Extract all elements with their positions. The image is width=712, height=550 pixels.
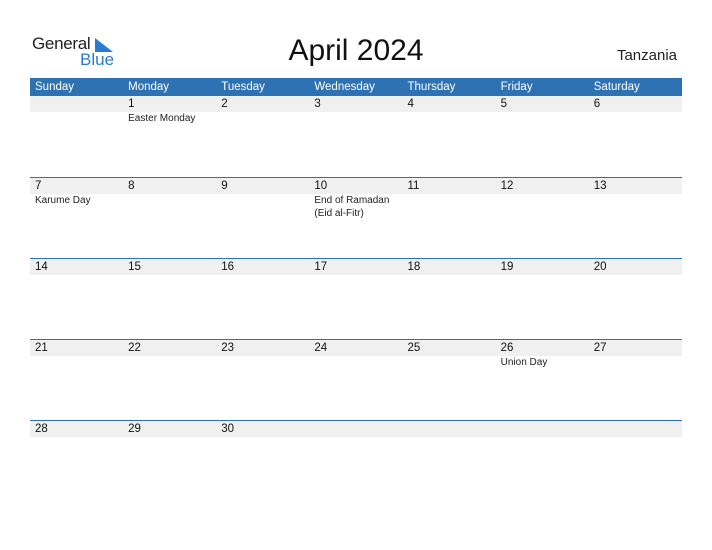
day-cell [403,421,496,437]
day-cell: 13 [589,178,682,220]
day-cell [589,421,682,437]
day-number: 4 [407,98,414,110]
weeks-container: 1 Easter Monday 2 3 4 5 6 7 Karume Day 8 9 10 End of… [30,96,682,501]
country-label: Tanzania [616,47,677,64]
day-number: 13 [593,180,607,192]
day-cell: 10 End of Ramadan (Eid al-Fitr) [309,178,402,220]
day-number [408,421,496,437]
day-cell [309,421,402,437]
day-number: 3 [314,98,321,110]
day-cell: 28 [30,421,123,437]
week-row: 7 Karume Day 8 9 10 End of Ramadan (Eid al-Fi… [30,177,682,258]
week-row: 21 22 23 24 25 26 Union Day 27 [30,339,682,420]
day-cell [30,96,123,125]
day-number: 22 [128,342,141,354]
day-cell: 7 Karume Day [30,178,123,220]
day-cell: 16 [216,259,309,275]
weekday-wednesday: Wednesday [314,81,375,93]
day-number: 29 [128,423,141,435]
day-number: 30 [221,423,235,435]
day-number: 26 [500,342,514,354]
day-number: 23 [221,342,235,354]
day-cell: 1 Easter Monday [123,96,216,125]
day-cell: 6 [589,96,682,125]
day-cell: 9 [216,178,309,220]
day-cell: 26 Union Day [496,340,589,369]
day-cell: 17 [309,259,402,275]
day-number: 20 [593,261,607,273]
day-number: 14 [35,261,48,273]
day-number: 16 [221,261,235,273]
day-number: 10 [314,180,328,192]
day-cell: 19 [496,259,589,275]
day-number: 5 [500,98,508,110]
day-cell: 25 [403,340,496,369]
day-cell: 29 [123,421,216,437]
day-number: 11 [407,180,420,192]
day-number: 19 [500,261,514,273]
day-cell [496,421,589,437]
week-row: 14 15 16 17 18 19 20 [30,258,682,339]
day-number: 25 [407,342,421,354]
day-cell: 8 [123,178,216,220]
day-number: 1 [128,98,135,110]
day-cell: 15 [123,259,216,275]
weekday-header: Sunday Monday Tuesday Wednesday Thursday… [30,78,682,96]
day-number: 18 [407,261,421,273]
day-number: 24 [314,342,328,354]
day-number [35,96,123,112]
weekday-friday: Friday [500,81,533,93]
day-cell: 5 [496,96,589,125]
day-cell: 18 [403,259,496,275]
day-cell: 3 [309,96,402,125]
weekday-tuesday: Tuesday [221,81,265,93]
day-number [314,421,402,437]
page-title: April 2024 [288,34,424,67]
day-number [594,421,682,437]
day-number: 27 [593,342,607,354]
day-number: 6 [593,98,601,110]
day-number: 12 [500,180,514,192]
day-cell: 4 [403,96,496,125]
day-number: 7 [35,180,42,192]
day-cell: 30 [216,421,309,437]
day-cell: 21 [30,340,123,369]
day-number: 21 [35,342,48,354]
weekday-saturday: Saturday [593,81,640,93]
day-cell: 27 [589,340,682,369]
day-cell: 14 [30,259,123,275]
day-cell: 2 [216,96,309,125]
day-cell: 24 [309,340,402,369]
day-number: 17 [314,261,328,273]
week-row: 1 Easter Monday 2 3 4 5 6 [30,96,682,177]
day-number: 2 [221,98,228,110]
day-cell: 11 [403,178,496,220]
day-cell: 23 [216,340,309,369]
holiday-label: Union Day [500,357,548,368]
week-row: 28 29 30 [30,420,682,501]
weekday-monday: Monday [128,81,170,93]
day-number: 8 [128,180,135,192]
day-cell: 22 [123,340,216,369]
day-cell: 12 [496,178,589,220]
day-number: 9 [221,180,228,192]
holiday-label: Karume Day [35,195,91,206]
weekday-thursday: Thursday [407,81,456,93]
day-cell: 20 [589,259,682,275]
calendar-grid: Sunday Monday Tuesday Wednesday Thursday… [30,78,682,501]
day-number: 15 [128,261,141,273]
day-number: 28 [35,423,48,435]
day-number [501,421,589,437]
weekday-sunday: Sunday [35,81,75,93]
holiday-label: End of Ramadan (Eid al-Fitr) [314,195,390,219]
holiday-label: Easter Monday [128,113,196,124]
